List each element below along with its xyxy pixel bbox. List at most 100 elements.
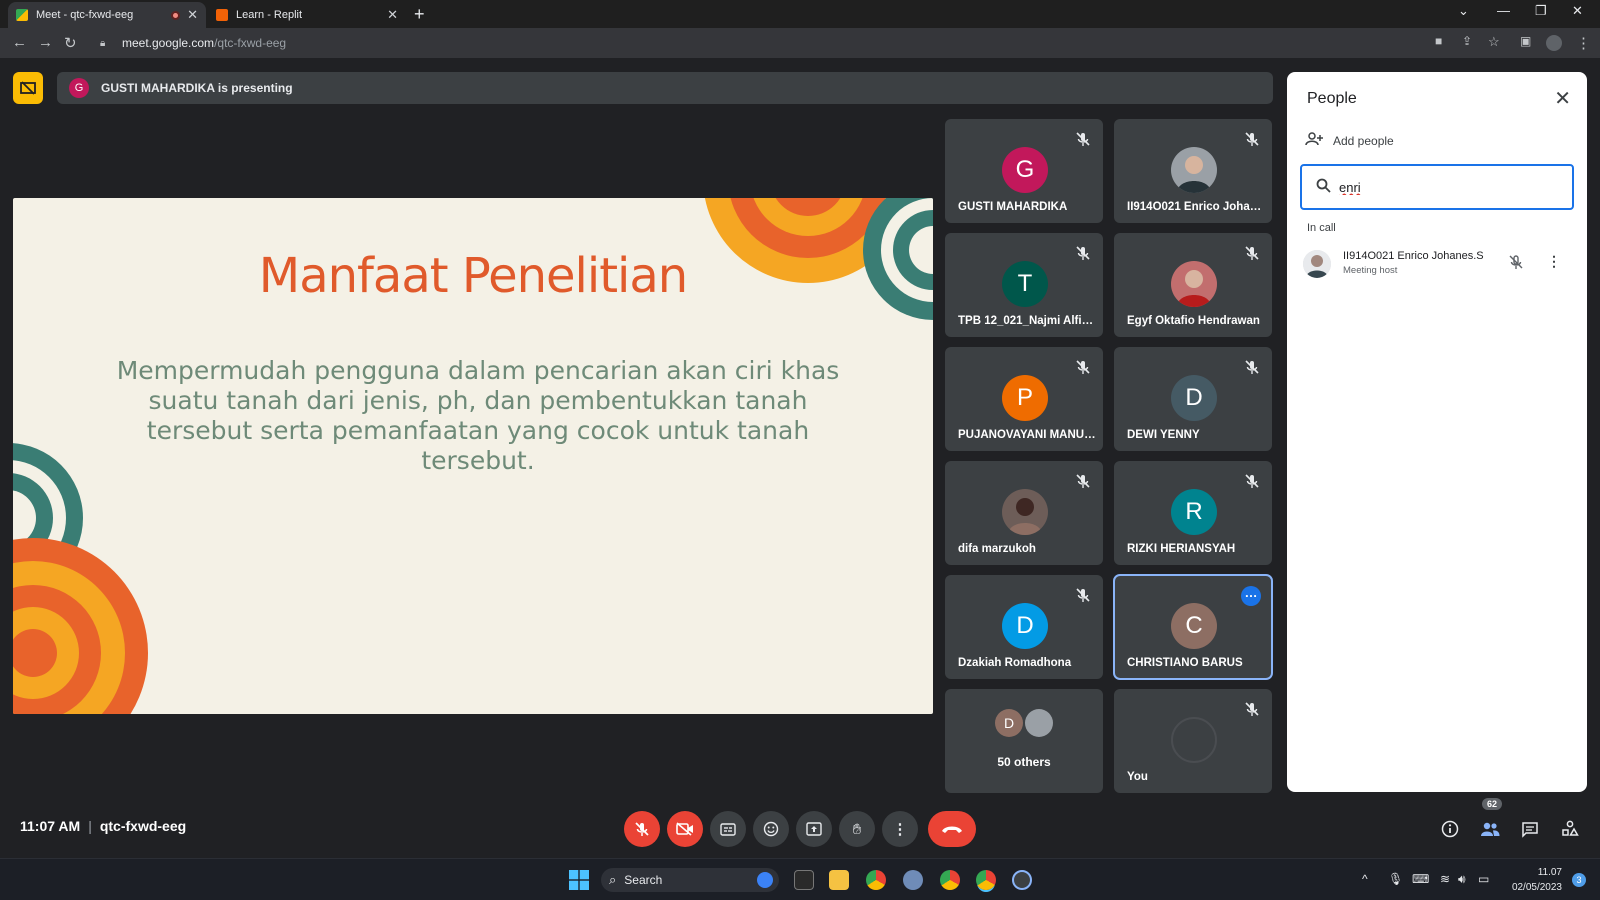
stop-presenting-button[interactable] bbox=[13, 72, 43, 104]
participant-tile[interactable]: P PUJANOVAYANI MANURUNG bbox=[945, 347, 1103, 451]
settings-icon[interactable] bbox=[903, 870, 923, 890]
mic-off-icon bbox=[1245, 474, 1259, 488]
participant-avatar: D bbox=[1002, 603, 1048, 649]
footer-separator: | bbox=[88, 818, 92, 834]
present-off-icon bbox=[20, 81, 36, 95]
close-window-button[interactable]: ✕ bbox=[1572, 3, 1583, 19]
participant-tile[interactable]: C CHRISTIANO BARUS… bbox=[1113, 574, 1273, 680]
people-search-box[interactable] bbox=[1300, 164, 1574, 210]
present-icon bbox=[806, 822, 822, 836]
participant-avatar: R bbox=[1171, 489, 1217, 535]
participant-tile[interactable]: II914O021 Enrico Johanes.S bbox=[1114, 119, 1272, 223]
participant-tile[interactable]: R RIZKI HERIANSYAH bbox=[1114, 461, 1272, 565]
participant-tile[interactable]: Egyf Oktafio Hendrawan bbox=[1114, 233, 1272, 337]
taskbar-time: 11.07 bbox=[1537, 867, 1562, 878]
more-options-button[interactable]: ⋮ bbox=[882, 811, 918, 847]
participant-tile[interactable]: You bbox=[1114, 689, 1272, 793]
windows-start-icon[interactable] bbox=[569, 870, 589, 890]
participant-name: DEWI YENNY bbox=[1127, 429, 1200, 441]
people-search-input[interactable] bbox=[1339, 179, 1539, 195]
share-icon[interactable]: ⇪ bbox=[1462, 34, 1472, 48]
side-panel-icon[interactable]: ▣ bbox=[1520, 34, 1531, 48]
tab-close-icon[interactable]: ✕ bbox=[187, 7, 198, 23]
microphone-tray-icon[interactable]: 🎙︎ bbox=[1388, 872, 1403, 886]
show-everyone-button[interactable] bbox=[1478, 817, 1502, 841]
activities-icon bbox=[1562, 820, 1579, 836]
meeting-time: 11:07 AM bbox=[20, 818, 81, 834]
presenter-avatar: G bbox=[69, 78, 89, 98]
close-panel-icon[interactable]: ✕ bbox=[1554, 86, 1571, 111]
participant-tile[interactable]: difa marzukoh bbox=[945, 461, 1103, 565]
taskbar-search[interactable]: ⌕ Search bbox=[601, 868, 779, 892]
tab-close-icon[interactable]: ✕ bbox=[387, 7, 398, 23]
chat-button[interactable] bbox=[1518, 817, 1542, 841]
participant-photo bbox=[1171, 261, 1217, 307]
taskbar-clock[interactable]: 11.07 02/05/2023 bbox=[1512, 865, 1562, 895]
tab-search-icon[interactable]: ⌄ bbox=[1458, 3, 1469, 19]
keyboard-tray-icon[interactable]: ⌨︎ bbox=[1412, 872, 1429, 886]
present-now-button[interactable] bbox=[796, 811, 832, 847]
notification-badge[interactable]: 3 bbox=[1572, 873, 1586, 887]
loading-spinner bbox=[1171, 717, 1217, 763]
bookmark-star-icon[interactable]: ☆ bbox=[1488, 34, 1500, 50]
participant-tile[interactable]: D DEWI YENNY bbox=[1114, 347, 1272, 451]
participant-list-item[interactable]: II914O021 Enrico Johanes.S Meeting host … bbox=[1303, 248, 1579, 282]
raise-hand-button[interactable]: ✋︎ bbox=[839, 811, 875, 847]
bing-icon bbox=[757, 872, 773, 888]
minimize-button[interactable]: — bbox=[1497, 3, 1510, 18]
wifi-icon[interactable]: ≋ bbox=[1440, 872, 1450, 886]
restore-button[interactable]: ❐ bbox=[1535, 3, 1547, 19]
activities-button[interactable] bbox=[1558, 817, 1582, 841]
camera-in-use-icon[interactable]: ■ bbox=[1435, 34, 1442, 48]
chrome-profile-icon[interactable] bbox=[940, 870, 960, 890]
chrome-icon[interactable] bbox=[866, 870, 886, 890]
participant-name: PUJANOVAYANI MANURUNG bbox=[958, 429, 1096, 441]
participant-tile[interactable]: D Dzakiah Romadhona bbox=[945, 575, 1103, 679]
file-explorer-icon[interactable] bbox=[829, 870, 849, 890]
add-people-label: Add people bbox=[1333, 134, 1394, 148]
tab-replit[interactable]: Learn - Replit ✕ bbox=[208, 2, 406, 28]
mic-off-icon[interactable] bbox=[1508, 254, 1524, 270]
chrome-active-icon[interactable] bbox=[976, 870, 996, 890]
mic-off-icon bbox=[1245, 246, 1259, 260]
others-count-label: 50 others bbox=[997, 755, 1051, 769]
chat-icon bbox=[1522, 821, 1538, 838]
add-people-button[interactable]: Add people bbox=[1305, 132, 1394, 150]
more-vert-icon: ⋮ bbox=[892, 821, 908, 838]
epic-games-icon[interactable] bbox=[794, 870, 814, 890]
reactions-button[interactable] bbox=[753, 811, 789, 847]
more-options-icon[interactable]: ⋮ bbox=[1547, 253, 1561, 270]
participants-count-badge: 62 bbox=[1482, 798, 1503, 810]
browser-menu-icon[interactable]: ⋮ bbox=[1576, 34, 1591, 52]
presentation-slide: Manfaat Penelitian Mempermudah pengguna … bbox=[13, 198, 933, 714]
battery-icon[interactable]: ▭ bbox=[1478, 872, 1489, 886]
others-photo-avatar bbox=[1025, 709, 1053, 737]
profile-avatar[interactable] bbox=[1546, 35, 1562, 51]
forward-icon[interactable]: → bbox=[38, 34, 53, 51]
lock-icon: 🔒︎ bbox=[100, 37, 106, 49]
participant-avatar: G bbox=[1002, 147, 1048, 193]
new-tab-button[interactable]: + bbox=[414, 4, 425, 25]
meet-stage: G GUSTI MAHARDIKA is presenting Manfaat bbox=[0, 58, 1600, 858]
others-avatar: D bbox=[995, 709, 1023, 737]
recording-indicator-icon bbox=[171, 10, 180, 20]
mic-off-icon bbox=[1245, 132, 1259, 146]
address-bar[interactable]: 🔒︎ meet.google.com/qtc-fxwd-eeg bbox=[90, 31, 1390, 55]
leave-call-button[interactable] bbox=[928, 811, 976, 847]
participant-photo bbox=[1002, 489, 1048, 535]
app-icon[interactable] bbox=[1012, 870, 1032, 890]
captions-button[interactable] bbox=[710, 811, 746, 847]
participant-tile[interactable]: D 50 others bbox=[945, 689, 1103, 793]
camera-toggle-button[interactable] bbox=[667, 811, 703, 847]
tab-meet[interactable]: Meet - qtc-fxwd-eeg ✕ bbox=[8, 2, 206, 28]
volume-icon[interactable]: 🔊︎ bbox=[1458, 872, 1466, 887]
participant-role: Meeting host bbox=[1343, 265, 1398, 276]
tray-overflow-icon[interactable]: ^ bbox=[1362, 872, 1368, 886]
participant-tile[interactable]: G GUSTI MAHARDIKA bbox=[945, 119, 1103, 223]
meeting-details-button[interactable] bbox=[1438, 817, 1462, 841]
reload-icon[interactable]: ↻ bbox=[64, 34, 77, 52]
presenting-text: GUSTI MAHARDIKA is presenting bbox=[101, 81, 293, 95]
participant-tile[interactable]: T TPB 12_021_Najmi Alfi Rahmanika bbox=[945, 233, 1103, 337]
mic-toggle-button[interactable] bbox=[624, 811, 660, 847]
back-icon[interactable]: ← bbox=[12, 34, 27, 51]
